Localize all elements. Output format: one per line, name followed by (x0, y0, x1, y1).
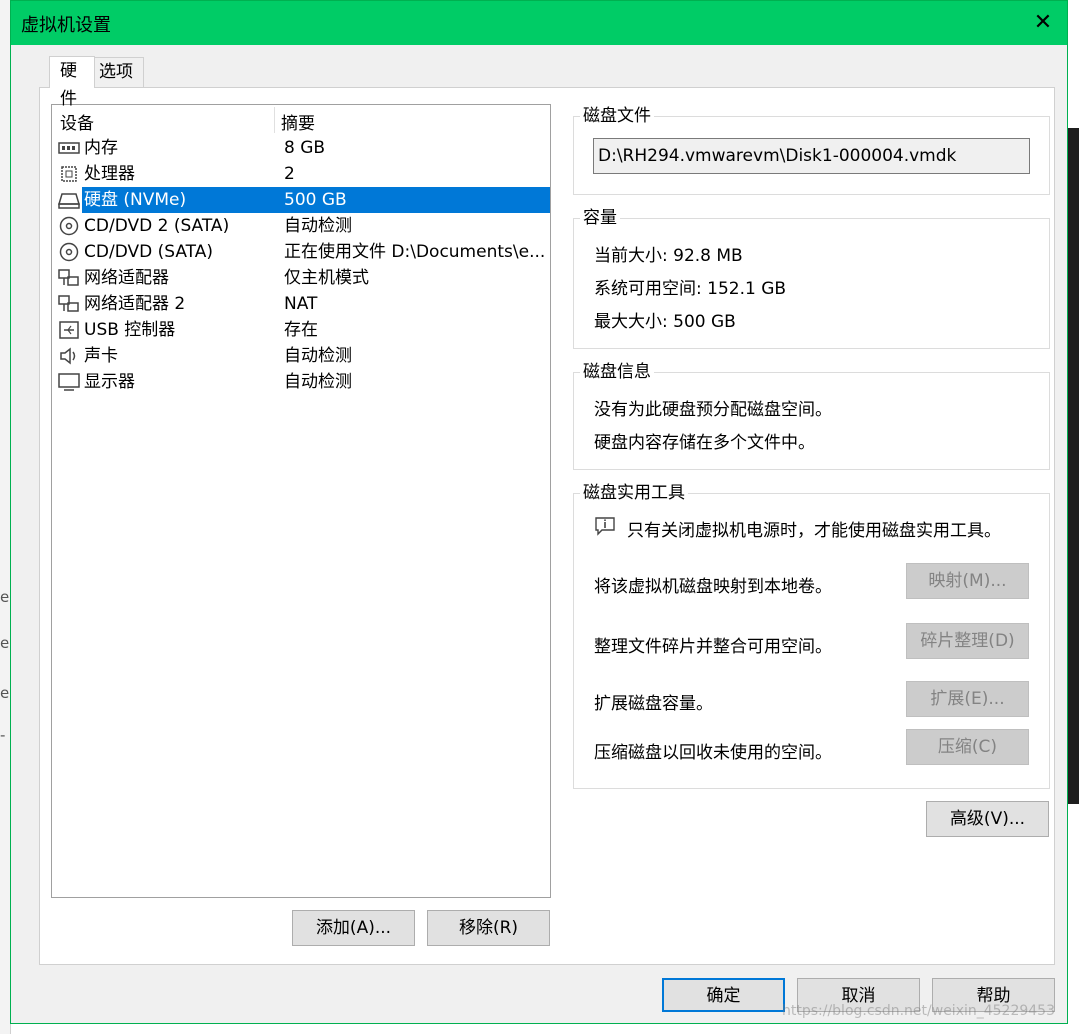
ok-button[interactable]: 确定 (662, 978, 785, 1012)
harddisk-icon (57, 190, 81, 210)
background-text: e (0, 588, 10, 606)
tab-options[interactable]: 选项 (88, 57, 144, 87)
expand-button[interactable]: 扩展(E)... (906, 681, 1029, 717)
group-legend: 磁盘信息 (580, 361, 654, 383)
close-icon[interactable]: ✕ (1019, 1, 1067, 45)
group-legend: 磁盘文件 (580, 105, 654, 127)
device-row-cd-dvd-2[interactable]: CD/DVD 2 (SATA) 自动检测 (54, 213, 550, 239)
device-summary: 500 GB (278, 187, 550, 213)
device-summary: NAT (284, 294, 318, 314)
device-name: USB 控制器 (84, 320, 176, 340)
map-description: 将该虚拟机磁盘映射到本地卷。 (594, 577, 832, 597)
advanced-button[interactable]: 高级(V)... (926, 801, 1049, 837)
processor-icon (58, 164, 80, 184)
group-legend: 容量 (580, 207, 620, 229)
device-summary: 仅主机模式 (284, 268, 369, 288)
add-device-button[interactable]: 添加(A)... (292, 910, 415, 946)
vm-settings-dialog: 虚拟机设置 ✕ 硬件 选项 设备 摘要 内存 8 GB 处理器 2 硬盘 (NV… (10, 0, 1068, 1024)
disk-file-group: 磁盘文件 D:\RH294.vmwarevm\Disk1-000004.vmdk (573, 105, 1050, 195)
device-row-sound-card[interactable]: 声卡 自动检测 (54, 343, 550, 369)
device-name: 内存 (84, 138, 118, 158)
device-summary: 存在 (284, 320, 318, 340)
compact-description: 压缩磁盘以回收未使用的空间。 (594, 743, 832, 763)
usb-icon (58, 320, 80, 340)
tab-hardware[interactable]: 硬件 (49, 56, 95, 109)
background-text: e (0, 684, 10, 702)
defrag-description: 整理文件碎片并整合可用空间。 (594, 637, 832, 657)
window-title: 虚拟机设置 (21, 15, 111, 36)
cd-dvd-icon (58, 242, 80, 262)
device-name: CD/DVD (SATA) (84, 242, 213, 262)
device-name: 网络适配器 2 (84, 294, 186, 314)
device-list[interactable]: 设备 摘要 内存 8 GB 处理器 2 硬盘 (NVMe) 500 GB CD/… (51, 104, 551, 898)
background-text: - (0, 726, 6, 744)
remove-device-button[interactable]: 移除(R) (427, 910, 550, 946)
column-header-summary[interactable]: 摘要 (281, 109, 315, 134)
disk-utilities-group: 磁盘实用工具 只有关闭虚拟机电源时，才能使用磁盘实用工具。 将该虚拟机磁盘映射到… (573, 482, 1050, 789)
map-button[interactable]: 映射(M)... (906, 563, 1029, 599)
group-legend: 磁盘实用工具 (580, 482, 688, 504)
device-name: CD/DVD 2 (SATA) (84, 216, 230, 236)
disk-info-group: 磁盘信息 没有为此硬盘预分配磁盘空间。 硬盘内容存储在多个文件中。 (573, 361, 1050, 470)
device-row-memory[interactable]: 内存 8 GB (54, 135, 550, 161)
info-icon (594, 516, 616, 536)
device-row-network-adapter[interactable]: 网络适配器 仅主机模式 (54, 265, 550, 291)
device-name: 显示器 (84, 372, 135, 392)
capacity-group: 容量 当前大小: 92.8 MB 系统可用空间: 152.1 GB 最大大小: … (573, 207, 1050, 349)
background-text: e (0, 634, 10, 652)
system-free-space-text: 系统可用空间: 152.1 GB (594, 279, 787, 299)
disk-file-path-field[interactable]: D:\RH294.vmwarevm\Disk1-000004.vmdk (593, 138, 1030, 174)
network-adapter-icon (58, 268, 80, 288)
current-size-text: 当前大小: 92.8 MB (594, 246, 743, 266)
compact-button[interactable]: 压缩(C) (906, 729, 1029, 765)
title-bar[interactable]: 虚拟机设置 ✕ (11, 1, 1067, 45)
utilities-notice-text: 只有关闭虚拟机电源时，才能使用磁盘实用工具。 (627, 521, 1001, 541)
max-size-text: 最大大小: 500 GB (594, 312, 736, 332)
device-row-harddisk[interactable]: 硬盘 (NVMe) 500 GB (54, 187, 550, 213)
device-summary: 自动检测 (284, 216, 352, 236)
device-summary: 自动检测 (284, 372, 352, 392)
disk-info-line: 没有为此硬盘预分配磁盘空间。 (594, 400, 832, 420)
display-icon (58, 372, 80, 392)
defragment-button[interactable]: 碎片整理(D) (906, 623, 1029, 659)
hardware-panel: 设备 摘要 内存 8 GB 处理器 2 硬盘 (NVMe) 500 GB CD/… (39, 87, 1055, 965)
device-name: 硬盘 (NVMe) (82, 187, 278, 213)
device-row-processor[interactable]: 处理器 2 (54, 161, 550, 187)
column-divider[interactable] (274, 107, 275, 133)
device-name: 处理器 (84, 164, 135, 184)
device-name: 声卡 (84, 346, 118, 366)
watermark-text: https://blog.csdn.net/weixin_45229453 (781, 1003, 1055, 1019)
device-summary: 正在使用文件 D:\Documents\e... (284, 242, 546, 262)
device-row-usb-controller[interactable]: USB 控制器 存在 (54, 317, 550, 343)
device-name: 网络适配器 (84, 268, 169, 288)
disk-info-line: 硬盘内容存储在多个文件中。 (594, 433, 815, 453)
device-summary: 2 (284, 164, 295, 184)
network-adapter-icon (58, 294, 80, 314)
sound-card-icon (58, 346, 80, 366)
device-summary: 8 GB (284, 138, 326, 158)
device-row-cd-dvd[interactable]: CD/DVD (SATA) 正在使用文件 D:\Documents\e... (54, 239, 550, 265)
device-summary: 自动检测 (284, 346, 352, 366)
cd-dvd-icon (58, 216, 80, 236)
device-row-display[interactable]: 显示器 自动检测 (54, 369, 550, 395)
device-row-network-adapter-2[interactable]: 网络适配器 2 NAT (54, 291, 550, 317)
memory-icon (58, 138, 80, 158)
expand-description: 扩展磁盘容量。 (594, 694, 713, 714)
